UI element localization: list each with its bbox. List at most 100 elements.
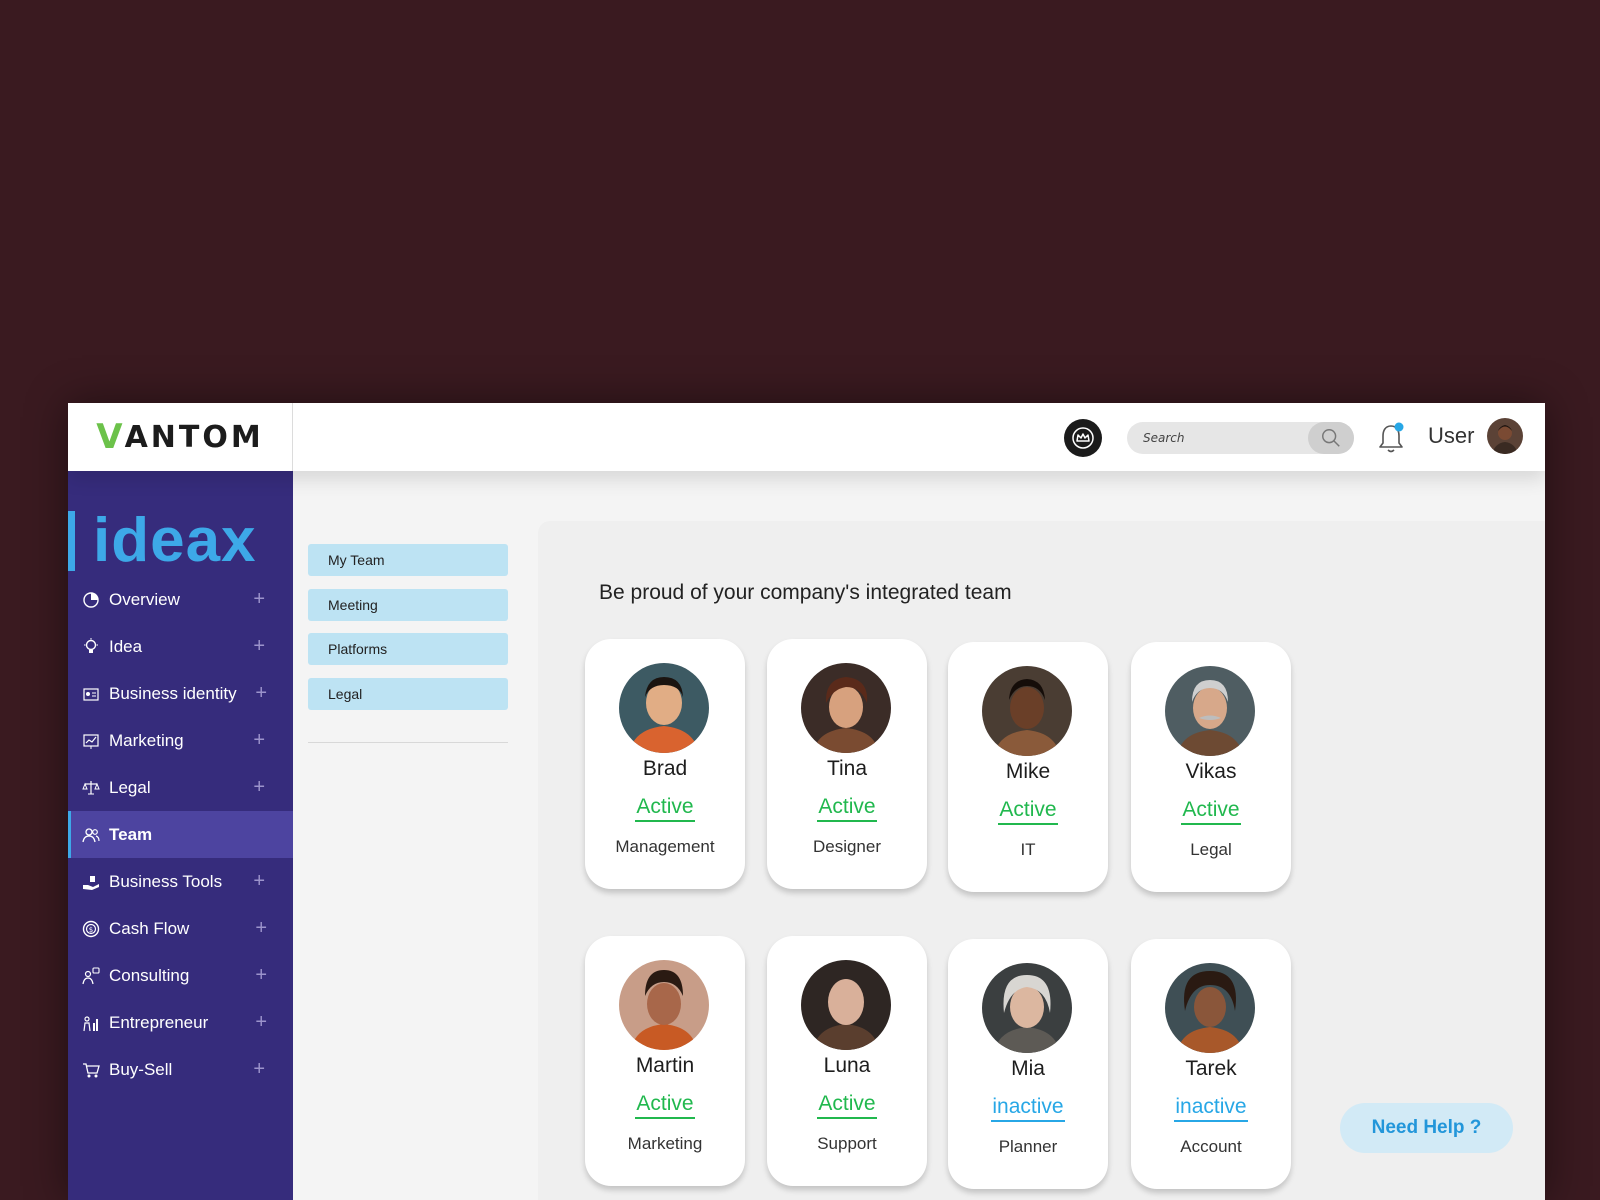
sidebar-item-business-identity[interactable]: Business identity + bbox=[68, 670, 293, 717]
page-headline: Be proud of your company's integrated te… bbox=[599, 581, 1012, 604]
team-member-card[interactable]: Mia inactive Planner bbox=[948, 939, 1108, 1189]
team-member-card[interactable]: Vikas Active Legal bbox=[1131, 642, 1291, 892]
team-member-card[interactable]: Tina Active Designer bbox=[767, 639, 927, 889]
member-role: Support bbox=[817, 1134, 877, 1153]
team-member-card[interactable]: Luna Active Support bbox=[767, 936, 927, 1186]
sidebar-item-overview[interactable]: Overview + bbox=[68, 576, 293, 623]
team-member-card[interactable]: Brad Active Management bbox=[585, 639, 745, 889]
expand-icon[interactable]: + bbox=[255, 682, 267, 705]
member-avatar bbox=[619, 960, 709, 1050]
member-avatar bbox=[801, 960, 891, 1050]
subnav-my-team[interactable]: My Team bbox=[308, 544, 508, 576]
marketing-board-icon bbox=[82, 732, 100, 750]
member-name: Brad bbox=[642, 757, 688, 780]
sidebar-item-buy-sell[interactable]: Buy-Sell + bbox=[68, 1046, 293, 1093]
search-icon bbox=[1322, 429, 1340, 447]
member-name: Mia bbox=[1011, 1057, 1045, 1080]
member-status: Active bbox=[767, 795, 927, 822]
member-status: Active bbox=[948, 798, 1108, 825]
main-content: Be proud of your company's integrated te… bbox=[538, 521, 1545, 1200]
member-avatar bbox=[619, 663, 709, 753]
member-avatar bbox=[1165, 666, 1255, 756]
sidebar-item-marketing[interactable]: Marketing + bbox=[68, 717, 293, 764]
member-name: Tarek bbox=[1185, 1057, 1237, 1080]
expand-icon[interactable]: + bbox=[253, 1058, 265, 1081]
member-avatar bbox=[1165, 963, 1255, 1053]
sidebar-item-label: Idea bbox=[109, 636, 143, 656]
chart-pie-icon bbox=[82, 591, 100, 609]
sidebar-item-label: Overview bbox=[109, 589, 180, 609]
brand-accent-bar bbox=[68, 511, 75, 571]
sidebar-item-consulting[interactable]: Consulting + bbox=[68, 952, 293, 999]
expand-icon[interactable]: + bbox=[255, 964, 267, 987]
member-role: Legal bbox=[1190, 840, 1232, 859]
sidebar-item-label: Business Tools bbox=[109, 871, 223, 891]
expand-icon[interactable]: + bbox=[253, 588, 265, 611]
member-status: inactive bbox=[948, 1095, 1108, 1122]
consultant-icon bbox=[82, 966, 100, 985]
member-role: Account bbox=[1180, 1137, 1242, 1156]
sidebar-item-legal[interactable]: Legal + bbox=[68, 764, 293, 811]
sidebar-item-team[interactable]: Team bbox=[68, 811, 293, 858]
sidebar-item-label: Team bbox=[109, 824, 153, 844]
top-bar: V ANTOM Search User bbox=[68, 403, 1545, 471]
id-card-icon bbox=[82, 685, 100, 703]
user-label[interactable]: User bbox=[1428, 423, 1474, 449]
notification-button[interactable] bbox=[1376, 421, 1406, 455]
team-icon bbox=[82, 826, 100, 844]
sidebar-item-label: Marketing bbox=[109, 730, 184, 750]
sidebar-item-label: Consulting bbox=[109, 965, 190, 985]
sidebar-item-label: Entrepreneur bbox=[109, 1012, 209, 1032]
crown-badge-icon[interactable] bbox=[1064, 419, 1102, 457]
subnav-platforms[interactable]: Platforms bbox=[308, 633, 508, 665]
search-button[interactable] bbox=[1308, 422, 1354, 454]
sidebar-item-idea[interactable]: Idea + bbox=[68, 623, 293, 670]
member-status: Active bbox=[1131, 798, 1291, 825]
team-member-card[interactable]: Tarek inactive Account bbox=[1131, 939, 1291, 1189]
coin-icon: $ bbox=[82, 920, 100, 938]
team-member-card[interactable]: Mike Active IT bbox=[948, 642, 1108, 892]
expand-icon[interactable]: + bbox=[253, 729, 265, 752]
member-role: Planner bbox=[998, 1137, 1058, 1156]
expand-icon[interactable]: + bbox=[253, 870, 265, 893]
search-input[interactable] bbox=[1143, 422, 1303, 454]
brand-title: ideax bbox=[93, 506, 257, 575]
svg-text:$: $ bbox=[89, 926, 93, 934]
bell-icon bbox=[1379, 422, 1404, 453]
member-role: IT bbox=[1020, 840, 1036, 859]
subnav-legal[interactable]: Legal bbox=[308, 678, 508, 710]
team-member-card[interactable]: Martin Active Marketing bbox=[585, 936, 745, 1186]
member-name: Martin bbox=[635, 1054, 695, 1077]
member-name: Luna bbox=[823, 1054, 871, 1077]
sidebar-item-business-tools[interactable]: Business Tools + bbox=[68, 858, 293, 905]
member-avatar bbox=[801, 663, 891, 753]
sidebar-item-entrepreneur[interactable]: Entrepreneur + bbox=[68, 999, 293, 1046]
divider bbox=[308, 742, 508, 743]
sidebar: ideax Overview + Idea + Business identit… bbox=[68, 471, 293, 1200]
subnav-meeting[interactable]: Meeting bbox=[308, 589, 508, 621]
need-help-button[interactable]: Need Help ? bbox=[1340, 1103, 1513, 1153]
member-role: Marketing bbox=[627, 1134, 703, 1153]
expand-icon[interactable]: + bbox=[255, 917, 267, 940]
member-name: Mike bbox=[1005, 760, 1051, 783]
member-avatar bbox=[982, 963, 1072, 1053]
member-status: Active bbox=[585, 795, 745, 822]
member-avatar bbox=[982, 666, 1072, 756]
vantom-logo: V ANTOM bbox=[96, 417, 263, 457]
sidebar-item-cash-flow[interactable]: $ Cash Flow + bbox=[68, 905, 293, 952]
logo-text: ANTOM bbox=[124, 419, 264, 455]
member-name: Vikas bbox=[1185, 760, 1237, 783]
scales-icon bbox=[82, 779, 100, 797]
member-status: inactive bbox=[1131, 1095, 1291, 1122]
hand-tools-icon bbox=[82, 873, 100, 891]
logo-v: V bbox=[96, 417, 124, 457]
expand-icon[interactable]: + bbox=[253, 635, 265, 658]
expand-icon[interactable]: + bbox=[255, 1011, 267, 1034]
member-role: Designer bbox=[812, 837, 882, 856]
sidebar-item-label: Buy-Sell bbox=[109, 1059, 173, 1079]
sidebar-item-label: Business identity bbox=[109, 683, 237, 703]
sub-navigation: My Team Meeting Platforms Legal bbox=[293, 471, 524, 1200]
expand-icon[interactable]: + bbox=[253, 776, 265, 799]
logo[interactable]: V ANTOM bbox=[68, 403, 293, 471]
user-avatar[interactable] bbox=[1487, 418, 1523, 454]
